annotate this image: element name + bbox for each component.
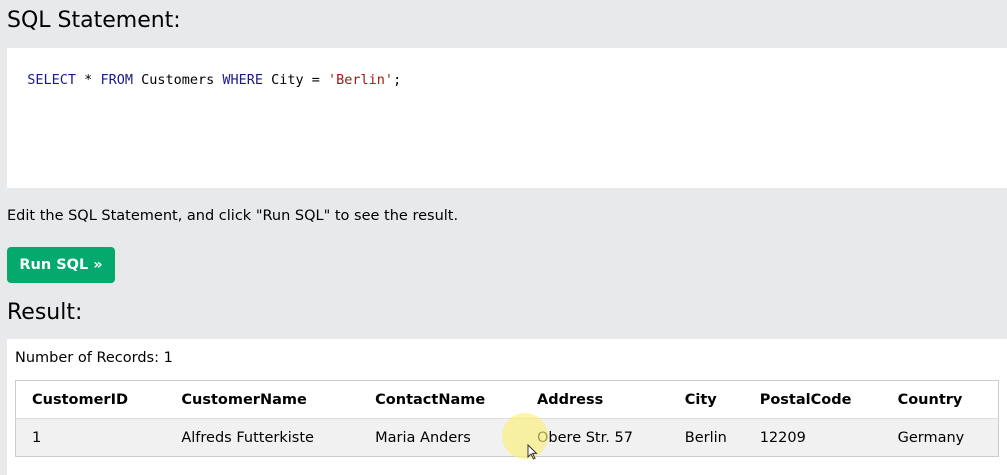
sql-editor[interactable]: SELECT * FROM Customers WHERE City = 'Be… bbox=[7, 48, 1007, 188]
column-header: Address bbox=[521, 380, 669, 419]
column-header: ContactName bbox=[359, 380, 522, 419]
column-header: PostalCode bbox=[743, 380, 882, 419]
table-cell: 1 bbox=[15, 418, 166, 457]
sql-token: FROM bbox=[100, 72, 133, 88]
column-header: City bbox=[668, 380, 744, 419]
sql-token: WHERE bbox=[222, 72, 263, 88]
table-cell: 12209 bbox=[743, 418, 882, 457]
sql-statement-heading: SQL Statement: bbox=[7, 8, 181, 33]
sql-token: City = bbox=[263, 72, 329, 88]
table-cell: Berlin bbox=[668, 418, 744, 457]
column-header: Country bbox=[881, 380, 999, 419]
sql-token: Customers bbox=[132, 72, 223, 88]
record-count: Number of Records: 1 bbox=[15, 350, 173, 366]
result-panel: Number of Records: 1 CustomerID Customer… bbox=[7, 339, 1007, 475]
run-sql-button[interactable]: Run SQL » bbox=[7, 247, 115, 283]
result-heading: Result: bbox=[7, 300, 83, 325]
sql-token: 'Berlin' bbox=[328, 72, 394, 88]
sql-token: ; bbox=[393, 72, 402, 88]
sql-token: * bbox=[76, 72, 101, 88]
table-cell: Maria Anders bbox=[359, 418, 522, 457]
table-row: 1 Alfreds Futterkiste Maria Anders Obere… bbox=[15, 418, 999, 457]
table-cell: Germany bbox=[881, 418, 999, 457]
table-header-row: CustomerID CustomerName ContactName Addr… bbox=[15, 380, 999, 419]
column-header: CustomerID bbox=[15, 380, 166, 419]
sql-token: SELECT bbox=[27, 72, 77, 88]
instructions-text: Edit the SQL Statement, and click "Run S… bbox=[7, 208, 459, 224]
table-cell: Obere Str. 57 bbox=[521, 418, 669, 457]
result-table: CustomerID CustomerName ContactName Addr… bbox=[15, 380, 999, 457]
table-cell: Alfreds Futterkiste bbox=[165, 418, 360, 457]
column-header: CustomerName bbox=[165, 380, 360, 419]
